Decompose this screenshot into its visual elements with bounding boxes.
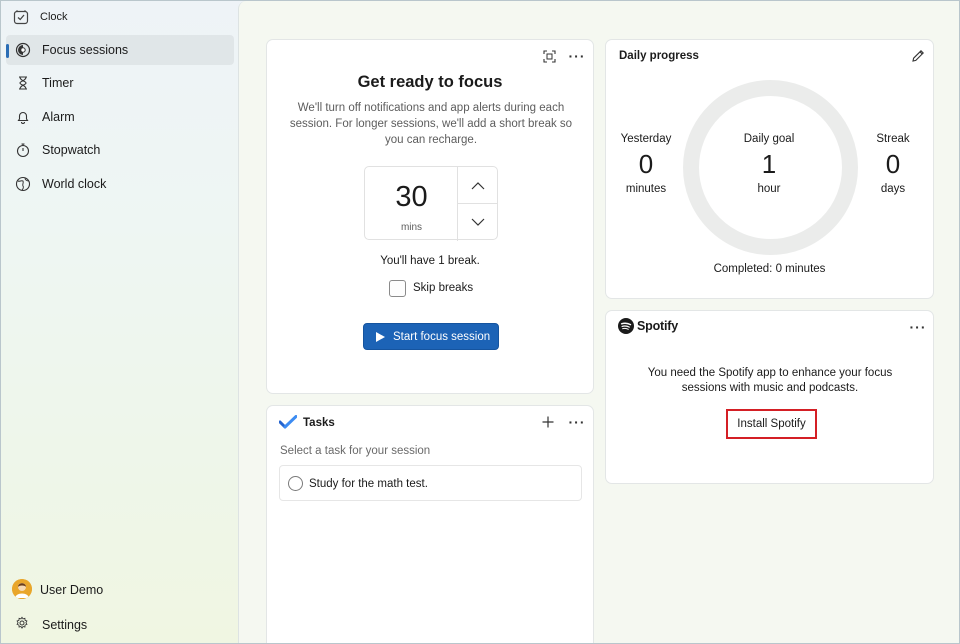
- start-focus-session-button[interactable]: Start focus session: [363, 323, 499, 350]
- decrease-duration-button[interactable]: [458, 204, 498, 241]
- avatar: [12, 579, 32, 599]
- sidebar-item-label: World clock: [42, 177, 107, 191]
- yesterday-unit: minutes: [625, 183, 667, 195]
- tasks-title: Tasks: [303, 417, 335, 429]
- duration-stepper[interactable]: 30 mins: [364, 166, 498, 241]
- more-icon: ···: [568, 414, 586, 430]
- spotify-more-options-button[interactable]: ···: [908, 317, 928, 337]
- more-icon: ···: [909, 319, 927, 335]
- install-spotify-button[interactable]: Install Spotify: [726, 409, 817, 439]
- hourglass-icon: [19, 76, 27, 90]
- gear-icon: [16, 616, 28, 629]
- break-info: You'll have 1 break.: [380, 255, 480, 267]
- focus-description: We'll turn off notifications and app ale…: [289, 102, 573, 146]
- spotify-brand: Spotify: [637, 319, 678, 333]
- sidebar-item-label: Stopwatch: [42, 143, 101, 157]
- daily-progress-title: Daily progress: [619, 50, 699, 62]
- chevron-up-icon: [471, 181, 485, 189]
- more-options-button[interactable]: ···: [567, 46, 587, 66]
- streak-caption: Streak: [876, 133, 910, 145]
- tasks-hint: Select a task for your session: [280, 445, 431, 457]
- tasks-card: Tasks ··· Select a task for your session…: [266, 405, 594, 643]
- settings-button[interactable]: Settings: [6, 611, 234, 635]
- yesterday-value: 0: [638, 149, 654, 179]
- streak-stat: Streak 0 days: [848, 133, 938, 195]
- main-content: ··· Get ready to focus We'll turn off no…: [238, 1, 959, 643]
- focus-title: Get ready to focus: [357, 73, 503, 91]
- daily-goal-unit: hour: [757, 183, 781, 195]
- more-icon: ···: [568, 48, 586, 64]
- add-task-button[interactable]: [538, 412, 558, 432]
- sidebar-item-timer[interactable]: Timer: [6, 68, 234, 98]
- pencil-icon: [912, 50, 924, 62]
- user-name: User Demo: [40, 583, 104, 597]
- sidebar-item-label: Focus sessions: [42, 43, 129, 57]
- completed-minutes: Completed: 0 minutes: [713, 263, 826, 275]
- yesterday-caption: Yesterday: [620, 133, 672, 145]
- plus-icon: [542, 416, 554, 428]
- daily-progress-card: Daily progress Yesterday 0 minutes Daily…: [605, 39, 934, 299]
- tasks-more-options-button[interactable]: ···: [567, 412, 587, 432]
- globe-icon: [15, 176, 31, 192]
- sidebar-item-stopwatch[interactable]: Stopwatch: [6, 135, 234, 165]
- install-spotify-label: Install Spotify: [737, 418, 806, 430]
- app-title: Clock: [40, 11, 68, 23]
- daily-goal-stat: Daily goal 1 hour: [724, 133, 814, 195]
- user-account[interactable]: User Demo: [6, 577, 234, 601]
- skip-breaks-checkbox[interactable]: [389, 280, 406, 297]
- chevron-down-icon: [471, 218, 485, 226]
- skip-breaks-label: Skip breaks: [413, 282, 474, 294]
- task-item[interactable]: Study for the math test.: [279, 465, 582, 501]
- settings-label: Settings: [42, 618, 88, 632]
- increase-duration-button[interactable]: [458, 167, 498, 204]
- play-icon: [376, 332, 385, 342]
- todo-check-icon: [279, 415, 297, 429]
- focus-session-card: ··· Get ready to focus We'll turn off no…: [266, 39, 594, 394]
- compact-view-icon: [542, 49, 556, 63]
- spotify-message: You need the Spotify app to enhance your…: [647, 367, 893, 394]
- skip-breaks-option[interactable]: Skip breaks: [389, 279, 499, 299]
- focus-icon: [15, 42, 31, 58]
- streak-unit: days: [880, 183, 906, 195]
- duration-unit: mins: [400, 222, 423, 233]
- sidebar-item-world-clock[interactable]: World clock: [6, 169, 234, 199]
- daily-goal-value: 1: [761, 149, 777, 179]
- bell-icon: [17, 111, 29, 124]
- sidebar-item-label: Alarm: [42, 110, 75, 124]
- compact-view-button[interactable]: [539, 46, 559, 66]
- daily-goal-caption: Daily goal: [743, 133, 795, 145]
- sidebar-item-focus-sessions[interactable]: Focus sessions: [6, 35, 234, 65]
- stopwatch-icon: [16, 143, 30, 158]
- clock-window: Clock Focus sessions Timer Alarm Stopwat…: [0, 0, 960, 644]
- active-indicator: [6, 44, 9, 58]
- streak-value: 0: [885, 149, 901, 179]
- start-focus-session-label: Start focus session: [393, 331, 491, 343]
- sidebar-item-alarm[interactable]: Alarm: [6, 102, 234, 132]
- yesterday-stat: Yesterday 0 minutes: [601, 133, 691, 195]
- task-select-radio[interactable]: [288, 476, 303, 491]
- task-label: Study for the math test.: [309, 478, 428, 490]
- spotify-icon: [618, 318, 634, 334]
- sidebar: Focus sessions Timer Alarm Stopwatch Wor…: [1, 33, 238, 643]
- duration-value: 30: [395, 181, 428, 213]
- duration-value-box[interactable]: 30 mins: [365, 167, 458, 241]
- spotify-card: Spotify ··· You need the Spotify app to …: [605, 310, 934, 484]
- clock-app-icon: [13, 10, 29, 25]
- edit-goal-button[interactable]: [908, 46, 928, 66]
- sidebar-item-label: Timer: [42, 76, 74, 90]
